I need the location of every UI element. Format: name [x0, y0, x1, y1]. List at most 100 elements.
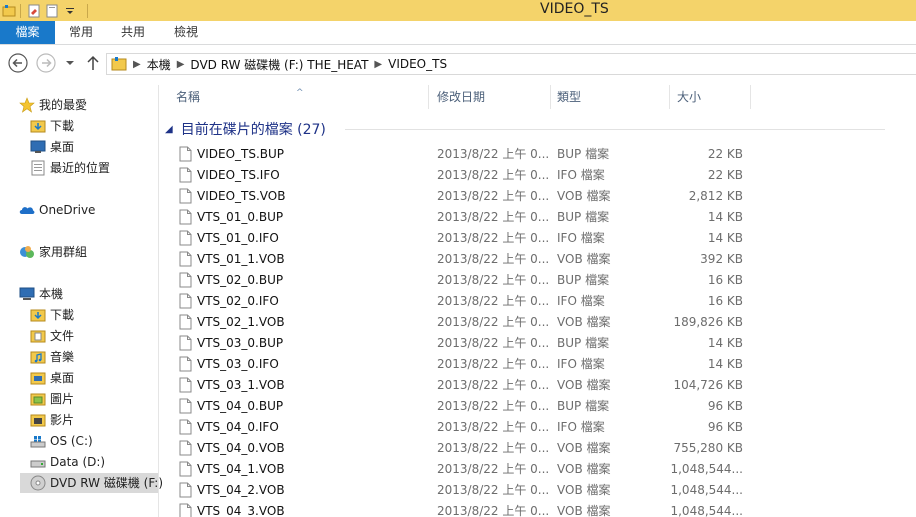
- file-row[interactable]: VTS_03_1.VOB 2013/8/22 上午 0... VOB 檔案 104,7…: [159, 375, 916, 396]
- nav-pc-pictures[interactable]: 圖片: [30, 389, 74, 409]
- computer-icon: [19, 287, 35, 300]
- file-row[interactable]: VIDEO_TS.IFO 2013/8/22 上午 0... IFO 檔案 22 KB: [159, 165, 916, 186]
- nav-favorites-recent[interactable]: 最近的位置: [30, 158, 110, 178]
- cloud-icon: [19, 207, 35, 214]
- file-size: 189,826 KB: [673, 315, 743, 329]
- file-size: 755,280 KB: [673, 441, 743, 455]
- nav-pc-drive-d[interactable]: Data (D:): [30, 452, 105, 472]
- breadcrumb-this-pc[interactable]: 本機: [147, 56, 171, 73]
- file-date: 2013/8/22 上午 0...: [437, 441, 550, 455]
- file-row[interactable]: VTS_02_0.IFO 2013/8/22 上午 0... IFO 檔案 16 KB: [159, 291, 916, 312]
- tab-share[interactable]: 共用: [110, 21, 156, 44]
- pictures-folder-icon: [30, 393, 46, 406]
- file-row[interactable]: VTS_04_1.VOB 2013/8/22 上午 0... VOB 檔案 1,048…: [159, 459, 916, 480]
- file-icon: [179, 293, 192, 309]
- nav-pc-downloads[interactable]: 下載: [30, 305, 74, 325]
- breadcrumb-dvd-drive[interactable]: DVD RW 磁碟機 (F:) THE_HEAT: [190, 56, 368, 73]
- column-header-size[interactable]: 大小: [670, 85, 751, 109]
- file-size: 392 KB: [700, 252, 743, 266]
- file-date: 2013/8/22 上午 0...: [437, 462, 550, 476]
- file-icon: [179, 272, 192, 288]
- breadcrumb-separator-icon[interactable]: ▶: [177, 59, 185, 70]
- drive-icon: [30, 460, 46, 468]
- file-type: VOB 檔案: [557, 189, 611, 203]
- windows-drive-icon: [30, 436, 46, 448]
- file-name: VTS_04_0.VOB: [197, 441, 285, 455]
- file-type: IFO 檔案: [557, 231, 605, 245]
- nav-favorites[interactable]: 我的最愛: [19, 95, 87, 115]
- breadcrumb-video-ts[interactable]: VIDEO_TS: [388, 57, 447, 71]
- file-date: 2013/8/22 上午 0...: [437, 483, 550, 497]
- file-date: 2013/8/22 上午 0...: [437, 504, 550, 517]
- nav-homegroup[interactable]: 家用群組: [19, 242, 87, 262]
- collapse-chevron-icon[interactable]: ◢: [165, 124, 173, 135]
- file-row[interactable]: VTS_01_0.BUP 2013/8/22 上午 0... BUP 檔案 14 KB: [159, 207, 916, 228]
- nav-onedrive[interactable]: OneDrive: [19, 200, 95, 220]
- file-size: 16 KB: [707, 294, 743, 308]
- file-type: VOB 檔案: [557, 441, 611, 455]
- file-size: 14 KB: [707, 336, 743, 350]
- file-date: 2013/8/22 上午 0...: [437, 252, 550, 266]
- file-row[interactable]: VTS_01_1.VOB 2013/8/22 上午 0... VOB 檔案 392 K…: [159, 249, 916, 270]
- column-header-type[interactable]: 類型: [551, 85, 670, 109]
- group-header[interactable]: ◢ 目前在碟片的檔案 (27): [165, 119, 905, 139]
- file-row[interactable]: VTS_04_0.IFO 2013/8/22 上午 0... IFO 檔案 96 KB: [159, 417, 916, 438]
- back-button[interactable]: [7, 52, 29, 74]
- navigation-bar: ▶ 本機 ▶ DVD RW 磁碟機 (F:) THE_HEAT ▶ VIDEO_…: [0, 45, 916, 85]
- nav-pc-drive-c[interactable]: OS (C:): [30, 431, 93, 451]
- nav-pc-videos[interactable]: 影片: [30, 410, 74, 430]
- nav-pc-desktop[interactable]: 桌面: [30, 368, 74, 388]
- file-name: VTS_02_0.IFO: [197, 294, 279, 308]
- file-type: BUP 檔案: [557, 399, 610, 413]
- nav-pc-music[interactable]: 音樂: [30, 347, 74, 367]
- file-icon: [179, 209, 192, 225]
- file-name: VTS_01_0.BUP: [197, 210, 284, 224]
- forward-button[interactable]: [35, 52, 57, 74]
- nav-favorites-downloads[interactable]: 下載: [30, 116, 74, 136]
- folder-icon: [111, 57, 127, 71]
- file-name: VTS_04_2.VOB: [197, 483, 285, 497]
- downloads-folder-icon: [30, 120, 46, 133]
- file-icon: [179, 440, 192, 456]
- tab-view[interactable]: 檢視: [163, 21, 209, 44]
- file-row[interactable]: VTS_01_0.IFO 2013/8/22 上午 0... IFO 檔案 14 KB: [159, 228, 916, 249]
- group-title: 目前在碟片的檔案 (27): [180, 122, 326, 138]
- nav-favorites-desktop[interactable]: 桌面: [30, 137, 74, 157]
- address-bar[interactable]: ▶ 本機 ▶ DVD RW 磁碟機 (F:) THE_HEAT ▶ VIDEO_…: [106, 53, 916, 75]
- file-row[interactable]: VTS_03_0.BUP 2013/8/22 上午 0... BUP 檔案 14 KB: [159, 333, 916, 354]
- file-type: BUP 檔案: [557, 210, 610, 224]
- nav-pc-documents[interactable]: 文件: [30, 326, 74, 346]
- file-row[interactable]: VIDEO_TS.VOB 2013/8/22 上午 0... VOB 檔案 2,812…: [159, 186, 916, 207]
- file-row[interactable]: VTS_04_3.VOB 2013/8/22 上午 0... VOB 檔案 1,048…: [159, 501, 916, 517]
- file-row[interactable]: VTS_02_1.VOB 2013/8/22 上午 0... VOB 檔案 189,8…: [159, 312, 916, 333]
- file-type: VOB 檔案: [557, 252, 611, 266]
- file-type: IFO 檔案: [557, 294, 605, 308]
- recent-locations-chevron-icon[interactable]: [65, 59, 75, 67]
- nav-this-pc[interactable]: 本機: [19, 284, 63, 304]
- file-size: 1,048,544...: [670, 462, 743, 476]
- file-row[interactable]: VTS_04_2.VOB 2013/8/22 上午 0... VOB 檔案 1,048…: [159, 480, 916, 501]
- column-header-date[interactable]: 修改日期: [429, 85, 551, 109]
- file-row[interactable]: VIDEO_TS.BUP 2013/8/22 上午 0... BUP 檔案 22 KB: [159, 144, 916, 165]
- file-type: BUP 檔案: [557, 273, 610, 287]
- up-arrow-icon[interactable]: [86, 55, 100, 71]
- file-row[interactable]: VTS_04_0.VOB 2013/8/22 上午 0... VOB 檔案 755,2…: [159, 438, 916, 459]
- file-row[interactable]: VTS_04_0.BUP 2013/8/22 上午 0... BUP 檔案 96 KB: [159, 396, 916, 417]
- file-name: VIDEO_TS.BUP: [197, 147, 285, 161]
- file-icon: [179, 146, 192, 162]
- tab-file[interactable]: 檔案: [0, 21, 55, 44]
- file-size: 14 KB: [707, 357, 743, 371]
- column-header-name[interactable]: 名稱 ^: [159, 85, 429, 109]
- tab-home[interactable]: 常用: [58, 21, 104, 44]
- file-name: VTS_04_0.IFO: [197, 420, 279, 434]
- file-size: 96 KB: [707, 399, 743, 413]
- nav-pc-dvd-drive[interactable]: DVD RW 磁碟機 (F:): [20, 473, 163, 493]
- breadcrumb-separator-icon[interactable]: ▶: [133, 59, 141, 70]
- ribbon-tabs: 檔案 常用 共用 檢視: [0, 21, 916, 45]
- file-icon: [179, 377, 192, 393]
- navigation-pane: 我的最愛 下載 桌面 最近的位置 OneDrive 家用群組 本機 下載 文件 …: [0, 85, 163, 517]
- file-row[interactable]: VTS_03_0.IFO 2013/8/22 上午 0... IFO 檔案 14 KB: [159, 354, 916, 375]
- breadcrumb-separator-icon[interactable]: ▶: [374, 59, 382, 70]
- file-row[interactable]: VTS_02_0.BUP 2013/8/22 上午 0... BUP 檔案 16 KB: [159, 270, 916, 291]
- file-name: VTS_02_0.BUP: [197, 273, 284, 287]
